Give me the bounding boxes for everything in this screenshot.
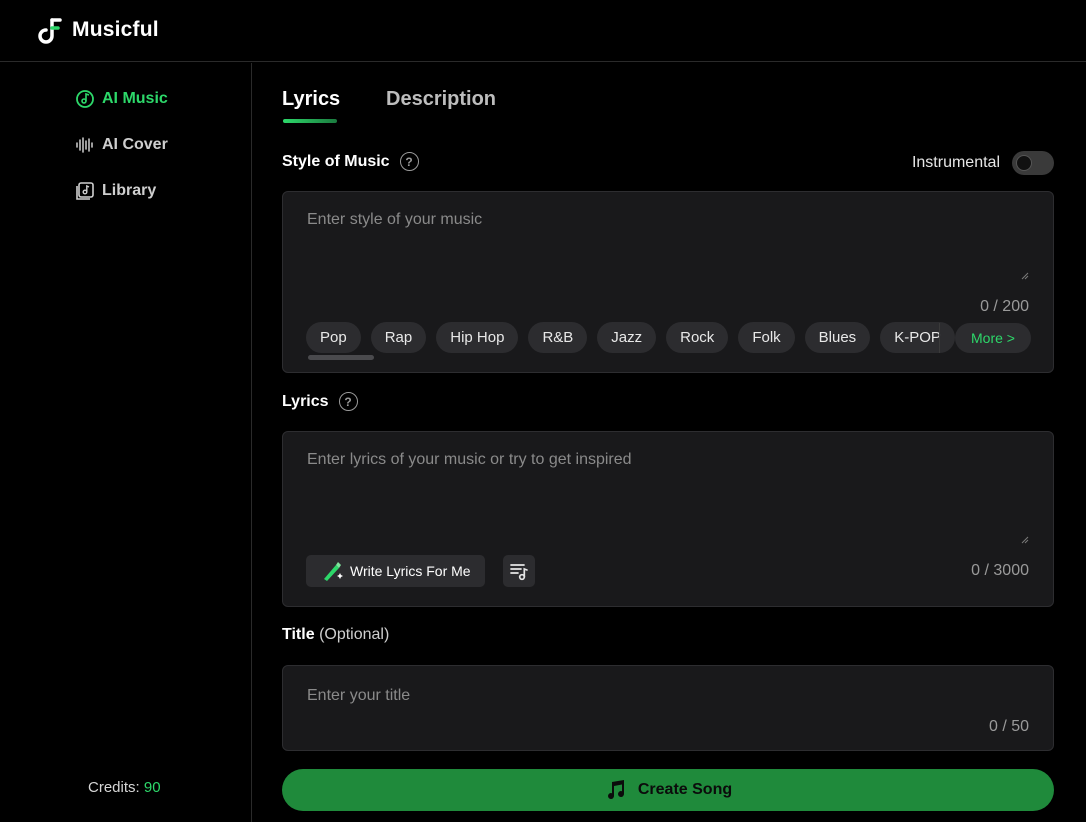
musicful-logo-icon [38,18,62,44]
music-notes-icon [607,780,624,800]
title-label: Title (Optional) [282,626,389,644]
sidebar: AI Music AI Cover Library Credits: 90 [0,63,252,822]
style-char-counter: 0 / 200 [980,298,1029,315]
more-genres-button[interactable]: More > [955,323,1031,353]
brand[interactable]: Musicful [36,16,159,44]
app-name: Musicful [72,18,159,41]
genre-chip-hip-hop[interactable]: Hip Hop [436,322,519,353]
resize-handle-icon[interactable] [1021,536,1029,544]
instrumental-setting: Instrumental [912,151,1054,175]
style-input[interactable]: Enter style of your music [307,211,482,229]
sidebar-item-ai-cover[interactable]: AI Cover [75,135,168,155]
active-tab-indicator [283,119,337,123]
help-icon[interactable]: ? [399,152,419,171]
create-song-label: Create Song [637,781,733,798]
title-input[interactable]: Enter your title [307,687,410,705]
chips-divider [939,323,940,353]
sidebar-item-label: Library [102,182,157,199]
write-lyrics-button[interactable]: Write Lyrics For Me [306,555,485,587]
style-of-music-title: Style of Music [282,152,390,170]
main-panel: Lyrics Description Style of Music ? Inst… [253,63,1086,822]
credits-label: Credits: [88,779,140,796]
lyrics-title: Lyrics [282,392,329,410]
library-icon [76,182,94,200]
credits: Credits: 90 [88,779,161,796]
write-lyrics-label: Write Lyrics For Me [350,563,471,579]
sidebar-item-library[interactable]: Library [75,181,156,201]
magic-pen-icon [324,562,343,581]
lyrics-input[interactable]: Enter lyrics of your music or try to get… [307,451,632,469]
instrumental-label: Instrumental [911,154,1000,171]
tab-description[interactable]: Description [386,88,496,111]
resize-handle-icon[interactable] [1021,272,1029,280]
toggle-knob [1016,155,1032,171]
genre-chip-rock[interactable]: Rock [666,322,729,353]
music-disc-icon [76,90,94,108]
lyrics-label: Lyrics ? [282,392,358,411]
help-icon[interactable]: ? [338,392,358,411]
waveform-icon [76,137,93,153]
sidebar-item-label: AI Cover [102,136,168,153]
sidebar-item-label: AI Music [102,90,168,107]
title-label-text: Title [282,626,315,643]
playlist-music-icon [510,564,528,581]
title-input-panel: Enter your title 0 / 50 [282,665,1054,751]
instrumental-toggle[interactable] [1012,151,1054,175]
genre-chip-rnb[interactable]: R&B [528,322,588,353]
title-char-counter: 0 / 50 [988,718,1029,735]
create-song-button[interactable]: Create Song [282,769,1054,811]
tab-lyrics[interactable]: Lyrics [282,88,340,111]
genre-chip-jazz[interactable]: Jazz [597,322,657,353]
credits-value: 90 [143,779,161,796]
genre-chips: Pop Rap Hip Hop R&B Jazz Rock Folk Blues… [306,322,955,353]
genre-chip-kpop[interactable]: K-POP [880,322,955,353]
top-bar: Musicful [0,0,1086,62]
sidebar-item-ai-music[interactable]: AI Music [75,89,168,109]
title-optional-text: (Optional) [319,626,390,643]
style-input-panel: Enter style of your music 0 / 200 Pop Ra… [282,191,1054,373]
genre-chip-rap[interactable]: Rap [370,322,427,353]
genre-chip-pop[interactable]: Pop [306,322,361,353]
lyrics-char-counter: 0 / 3000 [971,562,1029,579]
lyrics-structure-button[interactable] [503,555,535,587]
genre-chip-folk[interactable]: Folk [738,322,795,353]
style-of-music-label: Style of Music ? [282,152,419,171]
genre-chip-blues[interactable]: Blues [804,322,871,353]
lyrics-input-panel: Enter lyrics of your music or try to get… [282,431,1054,607]
chips-scrollbar[interactable] [308,355,374,360]
